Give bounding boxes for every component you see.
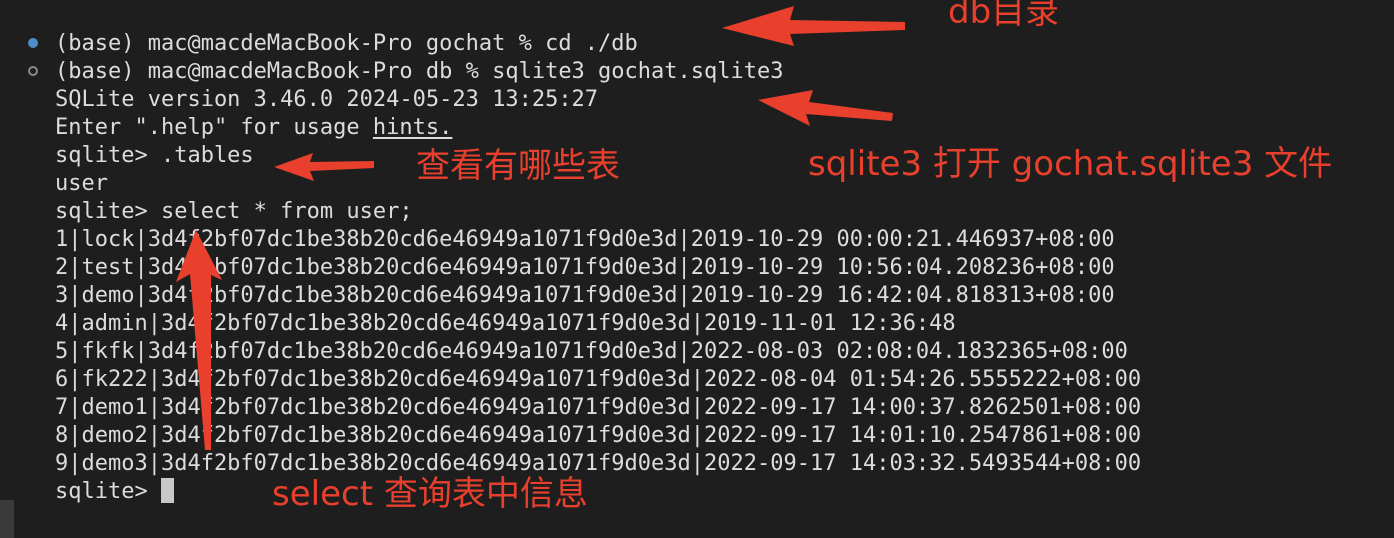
table-row: 3|demo|3d4f2bf07dc1be38b20cd6e46949a1071… [55,283,1115,308]
table-row: 2|test|3d4f2bf07dc1be38b20cd6e46949a1071… [55,255,1115,280]
terminal-line-tables: sqlite> .tables [55,143,254,168]
table-row: 1|lock|3d4f2bf07dc1be38b20cd6e46949a1071… [55,227,1115,252]
table-row: 9|demo3|3d4f2bf07dc1be38b20cd6e46949a107… [55,451,1142,476]
help-text: Enter ".help" for usage [55,115,373,140]
arrow-db-dir-icon [722,6,905,46]
terminal-line-select: sqlite> select * from user; [55,199,413,224]
terminal-prompt-line[interactable]: sqlite> [55,478,174,506]
terminal-line-version: SQLite version 3.46.0 2024-05-23 13:25:2… [55,87,599,112]
annotation-select-query: select 查询表中信息 [272,474,588,514]
command-running-dot-icon[interactable] [28,66,38,76]
terminal-line-user: user [55,171,108,196]
terminal-line-sqlite3: (base) mac@macdeMacBook-Pro db % sqlite3… [55,59,784,84]
prompt-text: sqlite> [55,479,161,504]
hints-link[interactable]: hints. [373,115,452,140]
table-row: 6|fk222|3d4f2bf07dc1be38b20cd6e46949a107… [55,367,1142,392]
annotation-open-file: sqlite3 打开 gochat.sqlite3 文件 [808,144,1333,184]
command-success-dot-icon[interactable] [28,38,38,48]
terminal-line-help: Enter ".help" for usage hints. [55,114,452,142]
text-cursor [160,478,174,503]
annotation-db-dir: db目录 [948,0,1060,32]
terminal-window[interactable]: (base) mac@macdeMacBook-Pro gochat % cd … [0,0,1394,538]
table-row: 4|admin|3d4f2bf07dc1be38b20cd6e46949a107… [55,311,956,336]
scrollbar[interactable] [0,500,14,538]
arrow-tables-icon [274,153,374,181]
terminal-line-cd: (base) mac@macdeMacBook-Pro gochat % cd … [55,31,638,56]
annotation-view-tables: 查看有哪些表 [416,146,620,186]
arrow-sqlite3-icon [758,90,893,126]
table-row: 5|fkfk|3d4f2bf07dc1be38b20cd6e46949a1071… [55,339,1128,364]
table-row: 7|demo1|3d4f2bf07dc1be38b20cd6e46949a107… [55,395,1142,420]
table-row: 8|demo2|3d4f2bf07dc1be38b20cd6e46949a107… [55,423,1142,448]
